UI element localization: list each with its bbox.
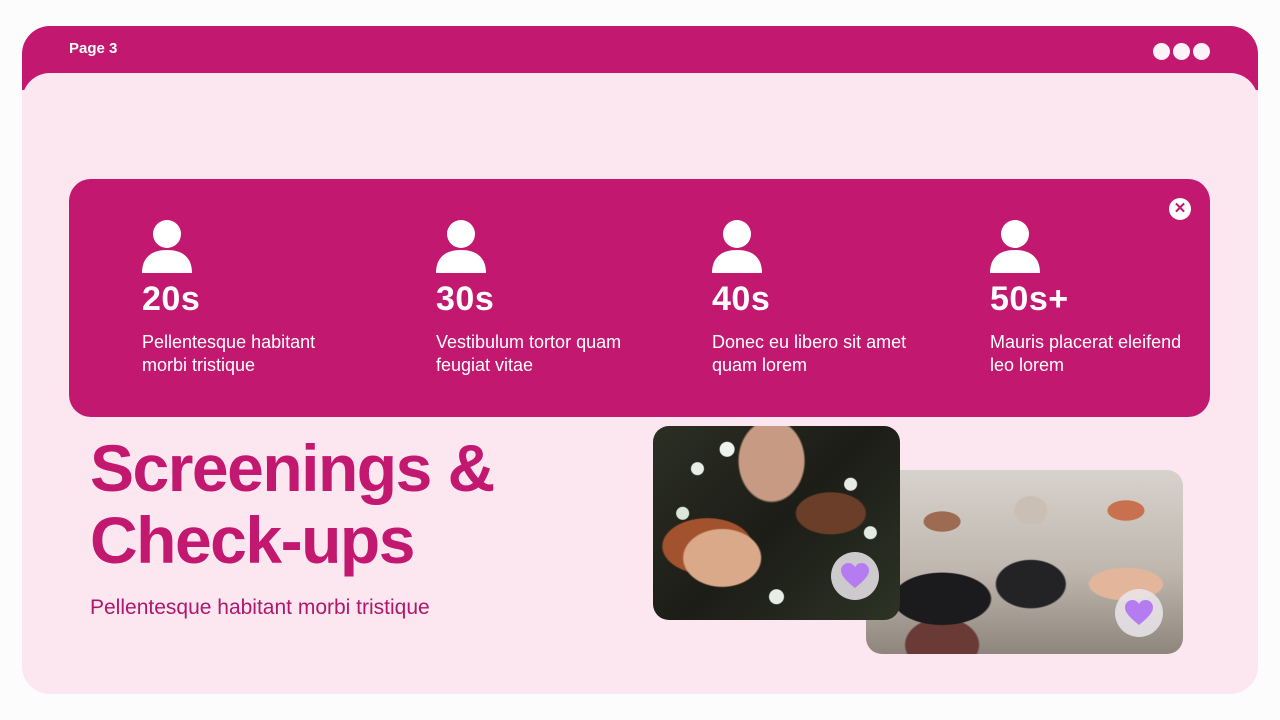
stat-age: 20s: [142, 280, 201, 318]
stat-30s: 30s Vestibulum tortor quam feugiat vitae: [436, 219, 676, 377]
more-dots-icon[interactable]: [1153, 43, 1210, 60]
stat-description: Vestibulum tortor quam feugiat vitae: [436, 332, 622, 375]
heart-icon[interactable]: [831, 552, 879, 600]
stat-40s: 40s Donec eu libero sit amet quam lorem: [712, 219, 952, 377]
stat-description: Mauris placerat eleifend leo lorem: [990, 332, 1182, 375]
heart-shape: [1125, 600, 1153, 625]
stat-description: Pellentesque habitant morbi tristique: [142, 332, 316, 375]
page-label: Page 3: [69, 40, 118, 57]
page-subtitle: Pellentesque habitant morbi tristique: [90, 596, 430, 619]
person-icon: [142, 220, 192, 273]
stat-50s-plus: 50s+ Mauris placerat eleifend leo lorem: [990, 219, 1230, 377]
person-icon: [436, 220, 486, 273]
stat-age: 40s: [712, 280, 771, 318]
heart-icon[interactable]: [1115, 589, 1163, 637]
photo-women-gym: [866, 470, 1183, 654]
photo-women-flowers: [653, 426, 900, 620]
stat-age: 30s: [436, 280, 495, 318]
dot: [1173, 43, 1190, 60]
stat-20s: 20s Pellentesque habitant morbi tristiqu…: [142, 219, 382, 377]
dot: [1193, 43, 1210, 60]
page-title: Screenings & Check-ups: [90, 431, 495, 577]
stat-description: Donec eu libero sit amet quam lorem: [712, 332, 907, 375]
close-icon[interactable]: ✕: [1169, 198, 1191, 220]
person-icon: [712, 220, 762, 273]
stat-age: 50s+: [990, 280, 1069, 318]
dot: [1153, 43, 1170, 60]
age-stats-card: ✕ 20s Pellentesque habitant morbi tristi…: [69, 179, 1210, 417]
app-window: Page 3 ✕ 20s Pellentesque habitant morbi…: [22, 26, 1258, 694]
heart-shape: [841, 563, 869, 588]
person-icon: [990, 220, 1040, 273]
